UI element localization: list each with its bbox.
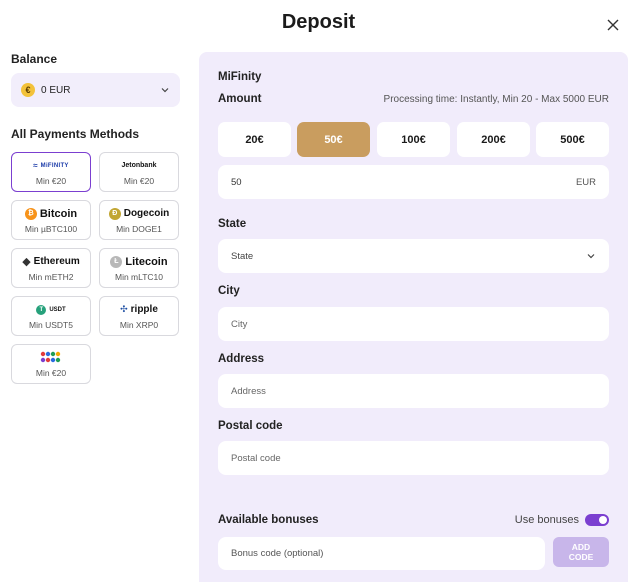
euro-coin-icon: €: [21, 83, 35, 97]
bonus-code-field: [218, 537, 545, 570]
provider-name: MiFinity: [218, 71, 262, 83]
balance-selector[interactable]: € 0 EUR: [11, 73, 180, 107]
amount-100-button[interactable]: 100€: [377, 122, 450, 157]
processing-time: Processing time: Instantly, Min 20 - Max…: [383, 94, 609, 105]
method-ripple[interactable]: ✣ ripple Min XRP0: [99, 296, 179, 336]
dogecoin-icon: Ð: [108, 207, 121, 220]
amount-20-button[interactable]: 20€: [218, 122, 291, 157]
dogecoin-logo: Ð Dogecoin: [108, 207, 169, 221]
litecoin-icon: Ł: [110, 255, 123, 268]
chevron-down-icon: [160, 85, 170, 95]
method-jetonbank[interactable]: Jetonbank Min €20: [99, 152, 179, 192]
postal-code-field: [218, 441, 609, 475]
amount-currency: EUR: [575, 176, 596, 188]
usdt-logo: T USDT: [36, 303, 66, 317]
balance-value: 0 EUR: [41, 84, 71, 96]
city-field: [218, 307, 609, 341]
bitcoin-icon: ₿: [24, 207, 37, 220]
address-field: [218, 374, 609, 408]
method-min: Min mETH2: [28, 271, 74, 282]
method-min: Min µBTC100: [24, 223, 78, 234]
postal-code-label: Postal code: [218, 420, 283, 432]
amount-500-button[interactable]: 500€: [536, 122, 609, 157]
available-bonuses-label: Available bonuses: [218, 514, 319, 526]
state-select-value: State: [231, 250, 254, 262]
use-bonuses-label: Use bonuses: [514, 514, 579, 526]
method-min: Min mLTC10: [114, 271, 164, 282]
method-other[interactable]: Min €20: [11, 344, 91, 384]
use-bonuses-row: Use bonuses: [515, 514, 609, 526]
postal-code-input[interactable]: [231, 452, 596, 464]
tether-icon: T: [36, 304, 47, 315]
use-bonuses-toggle[interactable]: [585, 514, 609, 526]
method-min: Min €20: [123, 175, 155, 186]
mifinity-logo: ≈ MiFINITY: [33, 161, 69, 170]
amount-input[interactable]: [231, 176, 576, 188]
amount-field: EUR: [218, 165, 609, 199]
ripple-icon: ✣: [120, 304, 128, 314]
method-min: Min USDT5: [29, 319, 73, 330]
dots-logo-icon: [40, 351, 62, 365]
deposit-form-panel: MiFinity Amount Processing time: Instant…: [199, 52, 628, 582]
method-min: Min DOGE1: [116, 223, 162, 234]
methods-title: All Payments Methods: [11, 127, 140, 141]
method-litecoin[interactable]: Ł Litecoin Min mLTC10: [99, 248, 179, 288]
method-mifinity[interactable]: ≈ MiFINITY Min €20: [11, 152, 91, 192]
method-min: Min XRP0: [119, 319, 159, 330]
method-bitcoin[interactable]: ₿ Bitcoin Min µBTC100: [11, 200, 91, 240]
ethereum-logo: ◆ Ethereum: [22, 256, 80, 268]
add-code-button[interactable]: ADD CODE: [553, 537, 609, 567]
amount-200-button[interactable]: 200€: [457, 122, 530, 157]
state-label: State: [218, 218, 247, 230]
balance-label: Balance: [11, 52, 58, 66]
method-dogecoin[interactable]: Ð Dogecoin Min DOGE1: [99, 200, 179, 240]
method-usdt[interactable]: T USDT Min USDT5: [11, 296, 91, 336]
amount-label: Amount: [218, 93, 262, 105]
bitcoin-logo: ₿ Bitcoin: [24, 207, 77, 221]
litecoin-logo: Ł Litecoin: [110, 255, 168, 269]
mifinity-wave-icon: ≈: [33, 161, 38, 170]
amount-50-button[interactable]: 50€: [297, 122, 370, 157]
ripple-logo: ✣ ripple: [120, 304, 158, 315]
method-min: Min €20: [35, 175, 67, 186]
ethereum-icon: ◆: [22, 256, 31, 268]
bonus-code-input[interactable]: [231, 548, 532, 559]
method-min: Min €20: [35, 367, 67, 378]
city-label: City: [218, 285, 240, 297]
method-ethereum[interactable]: ◆ Ethereum Min mETH2: [11, 248, 91, 288]
city-input[interactable]: [231, 318, 596, 330]
jetonbank-logo: Jetonbank: [121, 162, 157, 169]
close-icon[interactable]: [606, 18, 620, 32]
address-input[interactable]: [231, 385, 596, 397]
address-label: Address: [218, 353, 265, 365]
chevron-down-icon: [586, 251, 596, 261]
state-select[interactable]: State: [218, 239, 609, 273]
modal-title: Deposit: [281, 11, 356, 33]
